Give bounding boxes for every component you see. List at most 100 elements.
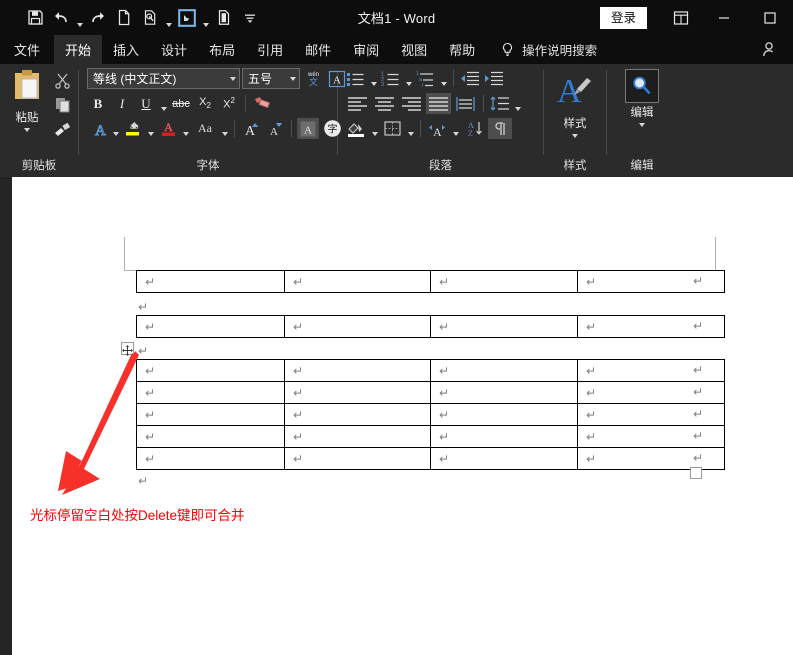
character-shading-icon[interactable]: A	[297, 118, 319, 139]
tab-mailings[interactable]: 邮件	[294, 35, 342, 64]
table-resize-handle[interactable]	[690, 467, 702, 479]
table-row[interactable]: ↵ ↵ ↵ ↵	[136, 447, 725, 470]
table-row[interactable]: ↵ ↵ ↵ ↵	[136, 315, 725, 338]
table-cell[interactable]: ↵	[136, 403, 285, 426]
table-cell[interactable]: ↵	[136, 359, 285, 382]
distributed-align-icon[interactable]	[453, 93, 478, 114]
table-cell[interactable]: ↵	[430, 270, 578, 293]
tab-layout[interactable]: 布局	[198, 35, 246, 64]
tab-home[interactable]: 开始	[54, 35, 103, 64]
superscript-button[interactable]: X2	[218, 93, 240, 114]
table-row[interactable]: ↵ ↵ ↵ ↵	[136, 359, 725, 382]
account-icon[interactable]	[755, 35, 785, 64]
table-row[interactable]: ↵ ↵ ↵ ↵	[136, 381, 725, 404]
paste-button[interactable]: 粘贴	[5, 67, 49, 132]
decrease-indent-icon[interactable]	[459, 68, 481, 89]
tab-view[interactable]: 视图	[390, 35, 438, 64]
tell-me-search[interactable]: 操作说明搜索	[486, 35, 597, 64]
asian-layout-dropdown-icon[interactable]	[451, 115, 460, 142]
redo-icon[interactable]	[85, 5, 111, 31]
tab-help[interactable]: 帮助	[438, 35, 486, 64]
increase-indent-icon[interactable]	[483, 68, 505, 89]
quick-print-dropdown-icon[interactable]	[163, 1, 174, 35]
underline-button[interactable]: U	[135, 93, 157, 114]
tab-insert[interactable]: 插入	[102, 35, 150, 64]
minimize-button[interactable]	[701, 0, 747, 35]
quick-print-icon[interactable]	[137, 5, 163, 31]
customize-qat-icon[interactable]	[237, 5, 263, 31]
editing-button[interactable]: 编辑	[616, 67, 668, 127]
subscript-button[interactable]: X2	[194, 93, 216, 114]
table-cell[interactable]: ↵	[430, 425, 578, 448]
table-cell[interactable]: ↵	[430, 403, 578, 426]
bold-button[interactable]: B	[87, 93, 109, 114]
save-icon[interactable]	[22, 5, 48, 31]
sort-icon[interactable]: AZ	[462, 118, 486, 139]
align-right-icon[interactable]	[399, 93, 424, 114]
table-cell[interactable]: ↵	[136, 270, 285, 293]
copy-icon[interactable]	[51, 94, 73, 115]
styles-button[interactable]: A 样式	[549, 67, 601, 138]
font-color-icon[interactable]: A	[157, 118, 179, 139]
table-cell[interactable]: ↵	[284, 315, 431, 338]
asian-layout-icon[interactable]: A	[426, 118, 449, 139]
undo-icon[interactable]	[48, 5, 74, 31]
strikethrough-button[interactable]: abc	[170, 93, 192, 114]
table-cell[interactable]: ↵	[284, 403, 431, 426]
font-size-combobox[interactable]: 五号	[242, 68, 300, 89]
borders-icon[interactable]	[381, 118, 404, 139]
show-formatting-marks-icon[interactable]	[488, 118, 512, 139]
new-doc-icon[interactable]	[111, 5, 137, 31]
change-case-dropdown-icon[interactable]	[220, 115, 229, 142]
table-3[interactable]: ↵ ↵ ↵ ↵ ↵ ↵ ↵ ↵ ↵ ↵ ↵ ↵ ↵ ↵ ↵ ↵ ↵ ↵ ↵ ↵	[136, 359, 725, 470]
cut-icon[interactable]	[51, 70, 73, 91]
italic-button[interactable]: I	[111, 93, 133, 114]
highlight-dropdown-icon[interactable]	[146, 115, 155, 142]
ribbon-display-options-icon[interactable]	[661, 0, 701, 35]
table-move-handle[interactable]	[121, 342, 134, 356]
font-color-dropdown-icon[interactable]	[181, 115, 190, 142]
align-left-icon[interactable]	[345, 93, 370, 114]
table-cell[interactable]: ↵	[430, 359, 578, 382]
numbered-list-icon[interactable]: 123	[380, 68, 402, 89]
document-page[interactable]: ↵ ↵ ↵ ↵ ↵ ↵ ↵ ↵ ↵ ↵ ↵ ↵ ↵ ↵ ↵ ↵ ↵ ↵ ↵ ↵ …	[12, 177, 793, 655]
table-cell[interactable]: ↵	[284, 447, 431, 470]
table-cell[interactable]: ↵	[136, 315, 285, 338]
sign-in-button[interactable]: 登录	[599, 6, 647, 29]
touch-mouse-mode-icon[interactable]	[174, 5, 200, 31]
line-spacing-icon[interactable]	[489, 93, 511, 114]
table-row[interactable]: ↵ ↵ ↵ ↵	[136, 425, 725, 448]
table-cell[interactable]: ↵	[430, 381, 578, 404]
table-cell[interactable]: ↵	[284, 381, 431, 404]
phonetic-guide-icon[interactable]: wén 文	[302, 68, 324, 89]
font-name-combobox[interactable]: 等线 (中文正文)	[87, 68, 240, 89]
shading-icon[interactable]	[345, 118, 368, 139]
align-center-icon[interactable]	[372, 93, 397, 114]
underline-dropdown-icon[interactable]	[159, 90, 168, 117]
shading-dropdown-icon[interactable]	[370, 115, 379, 142]
table-cell[interactable]: ↵	[136, 425, 285, 448]
maximize-button[interactable]	[747, 0, 793, 35]
shrink-font-icon[interactable]: A	[264, 118, 286, 139]
change-case-icon[interactable]: Aa	[192, 118, 218, 139]
tab-file[interactable]: 文件	[0, 35, 54, 64]
tab-design[interactable]: 设计	[150, 35, 198, 64]
touch-mode-dropdown-icon[interactable]	[200, 1, 211, 35]
grow-font-icon[interactable]: A	[240, 118, 262, 139]
multilevel-list-icon[interactable]: 1ai	[415, 68, 437, 89]
table-2[interactable]: ↵ ↵ ↵ ↵	[136, 315, 725, 338]
tab-references[interactable]: 引用	[246, 35, 294, 64]
table-cell[interactable]: ↵	[284, 270, 431, 293]
highlight-color-icon[interactable]: ab	[122, 118, 144, 139]
bullet-list-icon[interactable]	[345, 68, 367, 89]
borders-dropdown-icon[interactable]	[406, 115, 415, 142]
text-effects-dropdown-icon[interactable]	[111, 115, 120, 142]
bullets-dropdown-icon[interactable]	[369, 65, 378, 92]
line-spacing-dropdown-icon[interactable]	[513, 90, 522, 117]
table-cell[interactable]: ↵	[136, 447, 285, 470]
print-preview-icon[interactable]	[211, 5, 237, 31]
table-row[interactable]: ↵ ↵ ↵ ↵	[136, 270, 725, 293]
justify-icon[interactable]	[426, 93, 451, 114]
numbering-dropdown-icon[interactable]	[404, 65, 413, 92]
text-effects-icon[interactable]: A	[87, 118, 109, 139]
